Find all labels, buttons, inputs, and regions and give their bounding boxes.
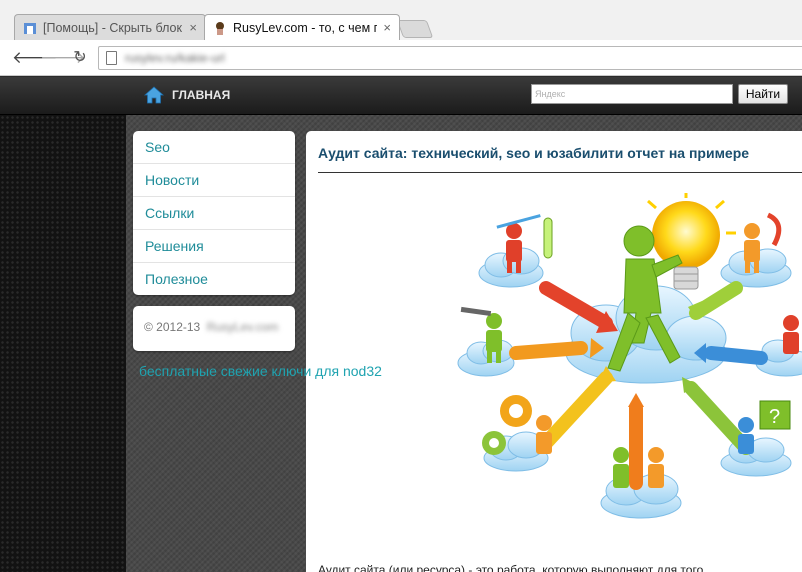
- figure-orange-bottom: [648, 447, 664, 488]
- copyright-box: © 2012-13 RusyLev.com: [133, 306, 295, 351]
- gear-icon-small: [482, 431, 506, 455]
- figure-orange-gears: [536, 415, 552, 454]
- tab-title: RusyLev.com - то, с чем п: [233, 20, 378, 35]
- page-favicon-icon: [24, 22, 36, 34]
- avatar-favicon-icon: [216, 21, 224, 35]
- sidebar-item-seo[interactable]: Seo: [133, 131, 295, 164]
- search-button[interactable]: Найти: [738, 84, 788, 104]
- sidebar-item-useful[interactable]: Полезное: [133, 263, 295, 296]
- tab-title: [Помощь] - Скрыть блок: [43, 20, 182, 35]
- close-icon[interactable]: ×: [383, 20, 391, 35]
- figure-red-right: [783, 315, 799, 354]
- url-text: rusylev.ru/kakie-url: [125, 51, 225, 65]
- home-icon: [144, 86, 164, 104]
- gear-icon: [500, 395, 532, 427]
- forward-arrow-icon[interactable]: 🡒: [40, 48, 86, 68]
- figure-blue-laptop: [738, 417, 754, 454]
- page-background-left: [0, 115, 126, 572]
- home-link[interactable]: ГЛАВНАЯ: [144, 85, 230, 105]
- new-tab-button[interactable]: [396, 20, 434, 38]
- reload-icon[interactable]: ↻: [70, 48, 90, 68]
- article-intro-text: Аудит сайта (или ресурса) - это работа, …: [318, 563, 704, 572]
- article: Аудит сайта: технический, seo и юзабилит…: [306, 131, 802, 572]
- title-divider: [318, 172, 802, 173]
- question-board-icon: ?: [759, 400, 791, 430]
- sidebar-menu: Seo Новости Ссылки Решения Полезное: [133, 131, 295, 295]
- seo-audit-illustration: ?: [457, 193, 802, 519]
- copyright-text: © 2012-13: [144, 320, 201, 334]
- article-title: Аудит сайта: технический, seo и юзабилит…: [318, 145, 750, 161]
- back-arrow-icon[interactable]: 🡐: [12, 48, 58, 68]
- page-icon: [106, 51, 117, 65]
- sidebar-item-news[interactable]: Новости: [133, 164, 295, 197]
- promo-link[interactable]: бесплатные свежие ключи для nod32: [139, 363, 382, 379]
- sidebar-item-links[interactable]: Ссылки: [133, 197, 295, 230]
- figure-green-bottom: [613, 447, 629, 488]
- curved-arrow-icon: [766, 212, 782, 247]
- browser-tab-rusylev[interactable]: RusyLev.com - то, с чем п ×: [204, 14, 400, 40]
- sidebar-item-solutions[interactable]: Решения: [133, 230, 295, 263]
- home-label: ГЛАВНАЯ: [172, 88, 231, 102]
- site-header: ГЛАВНАЯ Найти: [0, 77, 802, 115]
- close-icon[interactable]: ×: [189, 20, 197, 35]
- address-bar[interactable]: rusylev.ru/kakie-url: [98, 46, 802, 70]
- browser-tabstrip: [Помощь] - Скрыть блок × RusyLev.com - т…: [0, 0, 802, 40]
- svg-text:?: ?: [769, 406, 780, 428]
- copyright-owner: RusyLev.com: [206, 320, 279, 334]
- browser-tab-help[interactable]: [Помощь] - Скрыть блок ×: [14, 14, 206, 40]
- search-input[interactable]: [531, 84, 733, 104]
- browser-toolbar: 🡐 🡒 ↻ rusylev.ru/kakie-url: [0, 40, 802, 76]
